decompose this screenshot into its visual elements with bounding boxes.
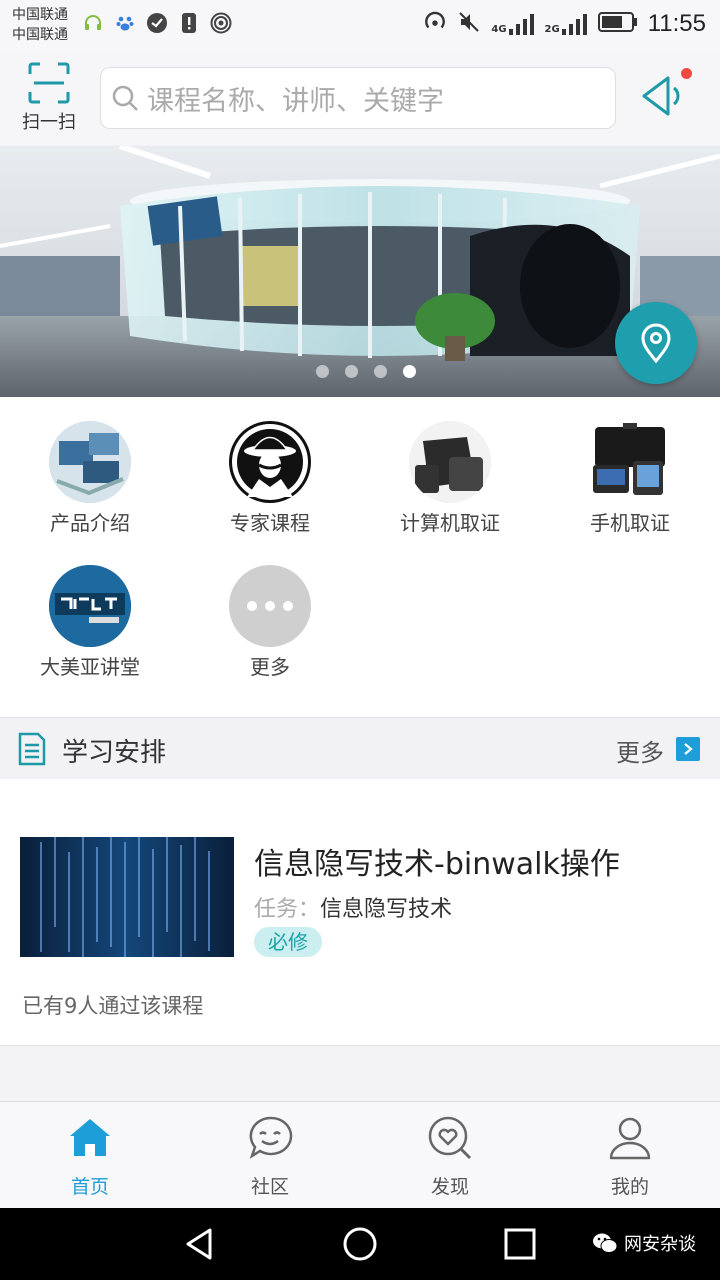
quick-item-label: 更多	[250, 655, 290, 679]
baidu-paw-icon	[114, 12, 136, 34]
lecture-hall-icon	[49, 565, 131, 647]
recents-icon[interactable]	[500, 1224, 540, 1264]
back-icon[interactable]	[180, 1224, 220, 1264]
study-plan-header: 学习安排 更多	[0, 717, 720, 779]
task-value: 信息隐写技术	[320, 897, 453, 922]
tab-discover[interactable]: 发现	[360, 1102, 540, 1209]
watermark: 网安杂谈	[592, 1230, 696, 1256]
carousel-dot[interactable]	[345, 365, 358, 378]
quick-item-label: 手机取证	[590, 511, 670, 535]
discover-icon	[428, 1116, 472, 1160]
tab-label: 我的	[610, 1176, 649, 1198]
task-label: 任务：	[254, 897, 321, 922]
app-header: 扫一扫 课程名称、讲师、关键字	[0, 50, 720, 145]
search-icon	[112, 85, 138, 111]
tab-label: 首页	[70, 1176, 109, 1198]
expert-course-icon	[229, 421, 311, 503]
course-pass-count: 已有9人通过该课程	[22, 994, 204, 1018]
product-intro-icon	[49, 421, 131, 503]
shield-app-icon	[146, 12, 168, 34]
battery-icon	[597, 11, 638, 37]
course-thumbnail	[20, 837, 234, 957]
carousel-dot-active[interactable]	[403, 365, 416, 378]
quick-item-computer-forensics[interactable]: 计算机取证	[360, 421, 540, 536]
quick-item-more[interactable]: 更多	[180, 565, 360, 680]
scan-icon	[28, 62, 70, 104]
mobile-forensics-icon	[589, 421, 671, 503]
location-pin-icon	[641, 323, 671, 363]
tab-label: 社区	[250, 1176, 289, 1198]
quick-item-label: 产品介绍	[50, 511, 130, 535]
carrier-2: 中国联通	[12, 27, 68, 43]
course-card[interactable]: 信息隐写技术-binwalk操作 任务：信息隐写技术 必修 已有9人通过该课程	[0, 779, 720, 1046]
headset-icon	[82, 12, 104, 34]
tab-home[interactable]: 首页	[0, 1102, 180, 1209]
quick-item-product-intro[interactable]: 产品介绍	[0, 421, 180, 536]
location-button[interactable]	[615, 302, 697, 384]
banner-carousel[interactable]	[0, 146, 720, 397]
quick-item-expert-course[interactable]: 专家课程	[180, 421, 360, 536]
hotspot-icon	[210, 12, 232, 34]
carousel-indicator	[316, 365, 416, 378]
section-title: 学习安排	[62, 738, 167, 768]
quick-item-label: 大美亚讲堂	[40, 655, 140, 679]
wechat-icon	[593, 1233, 618, 1253]
banner-image	[0, 146, 720, 397]
status-bar: 中国联通 中国联通 4G 2G 11:55	[0, 0, 720, 50]
course-title: 信息隐写技术-binwalk操作	[254, 847, 620, 882]
carrier-1: 中国联通	[12, 7, 68, 23]
system-status: 4G 2G 11:55	[423, 10, 706, 38]
quick-menu: 产品介绍 专家课程 计算机取证 手机取证 大美亚讲堂 更多	[0, 397, 720, 717]
system-nav-bar: 网安杂谈	[0, 1208, 720, 1280]
carrier-info: 中国联通 中国联通	[12, 5, 68, 45]
mute-icon	[457, 10, 481, 38]
computer-forensics-icon	[409, 421, 491, 503]
clock: 11:55	[647, 10, 706, 37]
message-button[interactable]	[640, 68, 692, 122]
required-badge: 必修	[254, 927, 322, 957]
quick-item-label: 专家课程	[230, 511, 310, 535]
search-placeholder: 课程名称、讲师、关键字	[147, 85, 444, 117]
tab-community[interactable]: 社区	[180, 1102, 360, 1209]
home-circle-icon[interactable]	[340, 1224, 380, 1264]
speaker-icon	[642, 76, 680, 116]
profile-icon	[609, 1117, 651, 1160]
carousel-dot[interactable]	[374, 365, 387, 378]
tab-profile[interactable]: 我的	[540, 1102, 720, 1209]
scan-label: 扫一扫	[22, 112, 76, 133]
signal-2g-icon: 2G	[545, 13, 588, 35]
course-task: 任务：信息隐写技术	[254, 891, 452, 923]
watermark-text: 网安杂谈	[624, 1234, 696, 1255]
tab-label: 发现	[430, 1176, 469, 1198]
carousel-dot[interactable]	[316, 365, 329, 378]
notification-icons	[82, 12, 232, 34]
quick-item-lecture-hall[interactable]: 大美亚讲堂	[0, 565, 180, 680]
scan-button[interactable]: 扫一扫	[16, 62, 82, 134]
search-input[interactable]: 课程名称、讲师、关键字	[100, 67, 616, 129]
home-icon	[70, 1119, 110, 1156]
quick-item-label: 计算机取证	[400, 511, 500, 535]
hotspot-status-icon	[423, 10, 447, 38]
notification-dot	[681, 68, 692, 79]
chevron-right-icon[interactable]	[676, 737, 700, 761]
signal-4g-icon: 4G	[491, 13, 534, 35]
quick-item-mobile-forensics[interactable]: 手机取证	[540, 421, 720, 536]
document-icon	[18, 732, 46, 766]
section-more-link[interactable]: 更多	[616, 733, 664, 768]
bottom-tab-bar: 首页 社区 发现 我的	[0, 1101, 720, 1208]
more-icon	[229, 565, 311, 647]
community-icon	[249, 1116, 293, 1159]
alert-icon	[178, 12, 200, 34]
